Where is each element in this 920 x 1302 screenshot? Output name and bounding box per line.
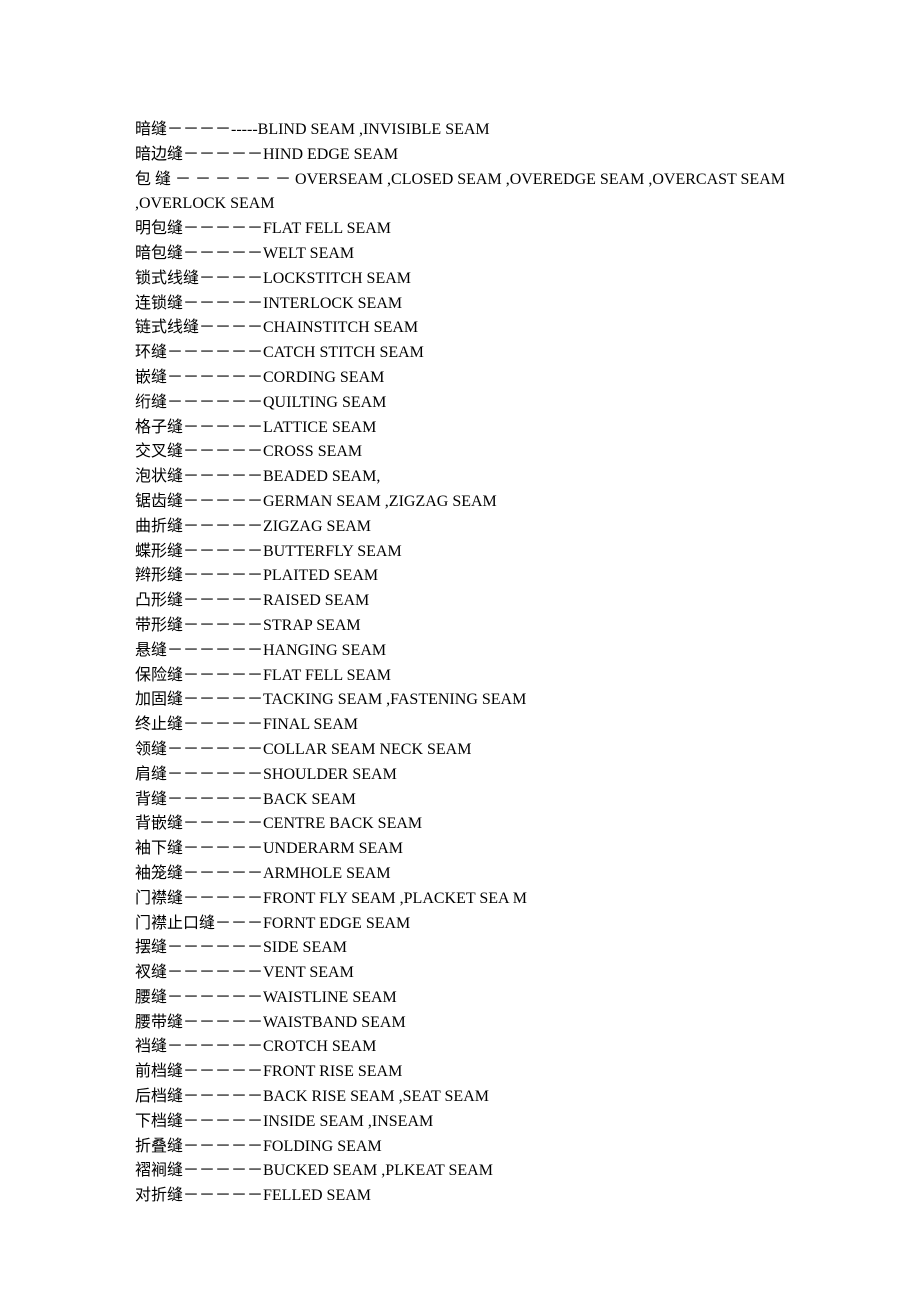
list-item: 背缝－－－－－－BACK SEAM — [135, 788, 785, 813]
list-item: 门襟缝－－－－－FRONT FLY SEAM ,PLACKET SEA M — [135, 887, 785, 912]
list-item: 交叉缝－－－－－CROSS SEAM — [135, 440, 785, 465]
list-item: 后档缝－－－－－BACK RISE SEAM ,SEAT SEAM — [135, 1085, 785, 1110]
list-item: 袖下缝－－－－－UNDERARM SEAM — [135, 837, 785, 862]
list-item: 蝶形缝－－－－－BUTTERFLY SEAM — [135, 540, 785, 565]
list-item: 裆缝－－－－－－CROTCH SEAM — [135, 1035, 785, 1060]
list-item: 腰缝－－－－－－WAISTLINE SEAM — [135, 986, 785, 1011]
list-item: 格子缝－－－－－LATTICE SEAM — [135, 416, 785, 441]
list-item: 门襟止口缝－－－FORNT EDGE SEAM — [135, 912, 785, 937]
list-item: 保险缝－－－－－FLAT FELL SEAM — [135, 664, 785, 689]
list-item: 辫形缝－－－－－PLAITED SEAM — [135, 564, 785, 589]
list-item: 暗包缝－－－－－WELT SEAM — [135, 242, 785, 267]
list-item: 环缝－－－－－－CATCH STITCH SEAM — [135, 341, 785, 366]
terminology-list: 暗缝－－－－-----BLIND SEAM ,INVISIBLE SEAM暗边缝… — [135, 118, 785, 1209]
list-item: 对折缝－－－－－FELLED SEAM — [135, 1184, 785, 1209]
list-item: 领缝－－－－－－COLLAR SEAM NECK SEAM — [135, 738, 785, 763]
list-item: 锯齿缝－－－－－GERMAN SEAM ,ZIGZAG SEAM — [135, 490, 785, 515]
list-item: 褶裥缝－－－－－BUCKED SEAM ,PLKEAT SEAM — [135, 1159, 785, 1184]
list-item: 曲折缝－－－－－ZIGZAG SEAM — [135, 515, 785, 540]
list-item: 袖笼缝－－－－－ARMHOLE SEAM — [135, 862, 785, 887]
list-item: 终止缝－－－－－FINAL SEAM — [135, 713, 785, 738]
list-item: 衩缝－－－－－－VENT SEAM — [135, 961, 785, 986]
list-item: 背嵌缝－－－－－CENTRE BACK SEAM — [135, 812, 785, 837]
list-item: 带形缝－－－－－STRAP SEAM — [135, 614, 785, 639]
list-item: 明包缝－－－－－FLAT FELL SEAM — [135, 217, 785, 242]
list-item: 折叠缝－－－－－FOLDING SEAM — [135, 1135, 785, 1160]
list-item: 摆缝－－－－－－SIDE SEAM — [135, 936, 785, 961]
list-item: 泡状缝－－－－－BEADED SEAM, — [135, 465, 785, 490]
list-item: 腰带缝－－－－－WAISTBAND SEAM — [135, 1011, 785, 1036]
document-page: 暗缝－－－－-----BLIND SEAM ,INVISIBLE SEAM暗边缝… — [0, 0, 920, 1302]
list-item: 凸形缝－－－－－RAISED SEAM — [135, 589, 785, 614]
list-item: 链式线缝－－－－CHAINSTITCH SEAM — [135, 316, 785, 341]
list-item: 嵌缝－－－－－－CORDING SEAM — [135, 366, 785, 391]
list-item: 加固缝－－－－－TACKING SEAM ,FASTENING SEAM — [135, 688, 785, 713]
list-item: 悬缝－－－－－－HANGING SEAM — [135, 639, 785, 664]
list-item: 连锁缝－－－－－INTERLOCK SEAM — [135, 292, 785, 317]
list-item: 暗缝－－－－-----BLIND SEAM ,INVISIBLE SEAM — [135, 118, 785, 143]
list-item: 前档缝－－－－－FRONT RISE SEAM — [135, 1060, 785, 1085]
list-item: 肩缝－－－－－－SHOULDER SEAM — [135, 763, 785, 788]
list-item: 绗缝－－－－－－QUILTING SEAM — [135, 391, 785, 416]
list-item: 暗边缝－－－－－HIND EDGE SEAM — [135, 143, 785, 168]
list-item: 包 缝 － － － － － － OVERSEAM ,CLOSED SEAM ,O… — [135, 168, 785, 218]
list-item: 下档缝－－－－－INSIDE SEAM ,INSEAM — [135, 1110, 785, 1135]
list-item: 锁式线缝－－－－LOCKSTITCH SEAM — [135, 267, 785, 292]
